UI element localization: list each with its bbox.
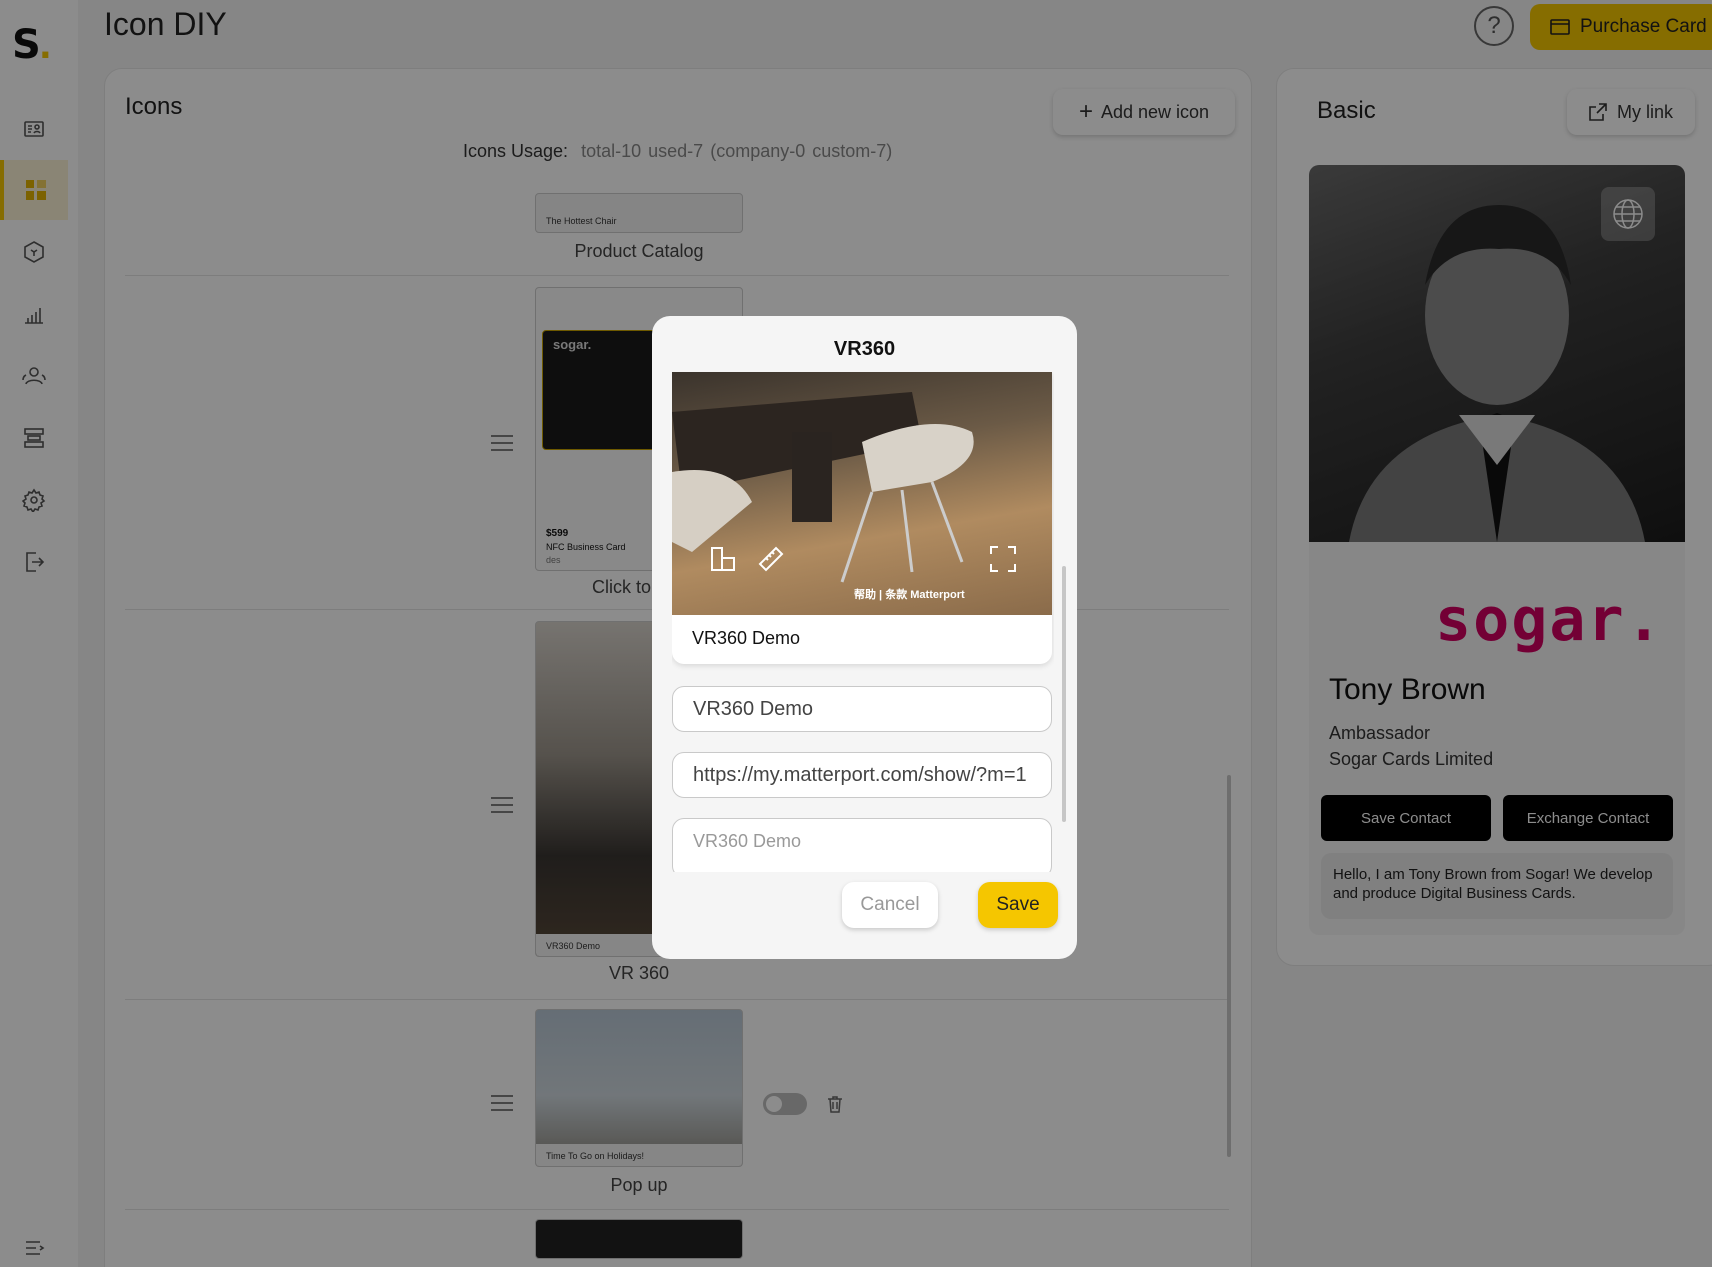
dialog-scrollbar[interactable] [1062, 566, 1066, 822]
vr360-image: 帮助 | 条款 Matterport [672, 372, 1052, 615]
vr360-preview[interactable]: 帮助 | 条款 Matterport VR360 Demo [672, 372, 1052, 664]
vr360-dialog: VR360 帮助 | 条款 Matterport VR360 Demo VR36… [652, 316, 1077, 959]
title-field[interactable]: VR360 Demo [672, 686, 1052, 732]
url-field[interactable]: https://my.matterport.com/show/?m=1 [672, 752, 1052, 798]
matterport-footer[interactable]: 帮助 | 条款 Matterport [854, 586, 965, 602]
dialog-title: VR360 [833, 338, 896, 360]
preview-title: VR360 Demo [692, 628, 801, 648]
description-field[interactable]: VR360 Demo [672, 818, 1052, 872]
floorplan-button[interactable] [708, 544, 738, 574]
save-button[interactable]: Save [978, 882, 1058, 928]
measure-button[interactable] [756, 544, 786, 574]
fullscreen-button[interactable] [988, 544, 1018, 574]
room-scene [672, 392, 974, 583]
fullscreen-icon [990, 546, 1016, 572]
dialog-content: 帮助 | 条款 Matterport VR360 Demo VR360 Demo… [672, 372, 1054, 872]
cancel-button[interactable]: Cancel [842, 882, 938, 928]
floorplan-icon [711, 547, 735, 571]
ruler-icon [758, 546, 784, 572]
